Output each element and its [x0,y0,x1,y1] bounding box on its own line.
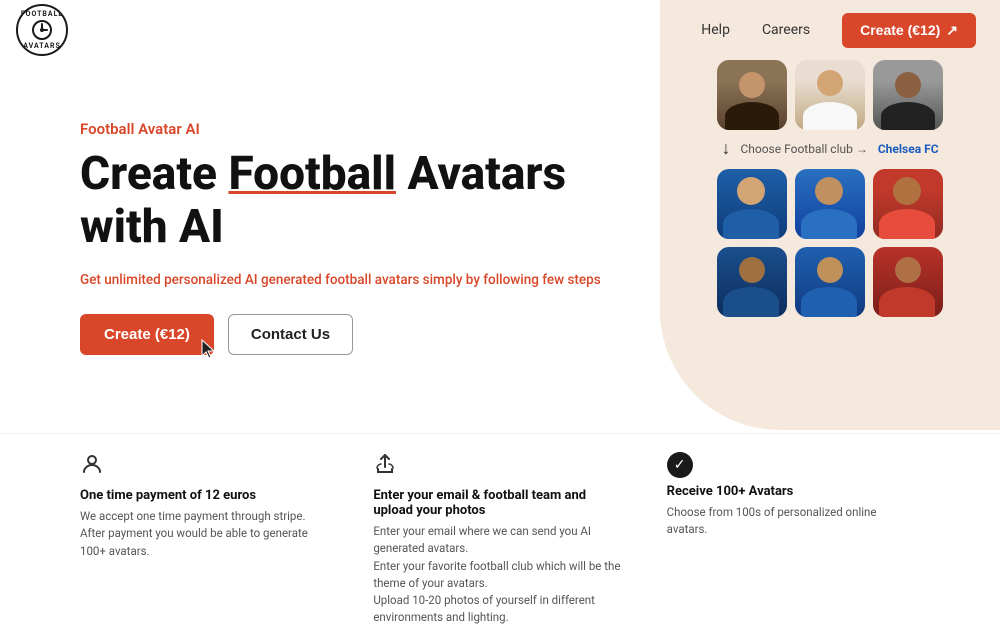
feature-receive: ✓ Receive 100+ Avatars Choose from 100s … [667,452,920,539]
cursor-pointer [200,338,218,356]
logo-text-bottom: AVATARS [23,42,61,50]
hero-section: Football Avatar AI Create Football Avata… [0,60,660,355]
careers-link[interactable]: Careers [762,22,810,38]
feature-receive-title: Receive 100+ Avatars [667,484,920,499]
input-photo-1 [717,60,787,130]
fb-avatars-row1 [680,169,980,239]
arrow-down-icon: ↓ [721,138,730,159]
input-photo-2 [795,60,865,130]
fb-avatar-4 [717,247,787,317]
feature-receive-desc: Choose from 100s of personalized online … [667,504,920,539]
check-icon: ✓ [667,452,920,478]
hero-buttons: Create (€12) Contact Us [80,314,660,355]
fb-avatar-5 [795,247,865,317]
input-photos-row [680,60,980,130]
create-btn-nav[interactable]: Create (€12) ↗ [842,13,976,48]
fb-avatar-2 [795,169,865,239]
input-photo-3 [873,60,943,130]
create-btn-hero[interactable]: Create (€12) [80,314,214,355]
contact-btn[interactable]: Contact Us [228,314,353,355]
club-label-row: ↓ Choose Football club → Chelsea FC [680,138,980,159]
external-link-icon: ↗ [946,22,958,39]
user-icon [80,452,333,482]
logo-circle: FOOTBALL AVATARS [16,4,68,56]
nav-links: Help Careers Create (€12) ↗ [701,13,976,48]
fb-avatar-1 [717,169,787,239]
logo: FOOTBALL AVATARS [16,4,68,56]
hero-subtitle: Football Avatar AI [80,120,660,138]
logo-text-top: FOOTBALL [21,10,63,18]
feature-payment-title: One time payment of 12 euros [80,488,333,503]
logo-icon-svg [31,19,53,41]
feature-payment: One time payment of 12 euros We accept o… [80,452,333,560]
hero-title: Create Football Avatars with AI [80,148,660,254]
feature-upload-desc: Enter your email where we can send you A… [373,523,626,627]
club-name[interactable]: Chelsea FC [878,142,939,156]
help-link[interactable]: Help [701,22,730,38]
checkmark-circle: ✓ [667,452,693,478]
avatar-section: ↓ Choose Football club → Chelsea FC [680,60,980,325]
fb-avatars-row2 [680,247,980,317]
fb-avatar-3 [873,169,943,239]
upload-icon [373,452,626,482]
hero-description: Get unlimited personalized AI generated … [80,272,660,288]
hero-title-football: Football [228,147,396,201]
club-label-text: Choose Football club → [740,142,867,156]
feature-payment-desc: We accept one time payment through strip… [80,508,333,560]
feature-upload-title: Enter your email & football team and upl… [373,488,626,518]
navbar: FOOTBALL AVATARS Help Careers Create (€1… [0,0,1000,60]
features-row: One time payment of 12 euros We accept o… [0,433,1000,563]
fb-avatar-6 [873,247,943,317]
feature-upload: Enter your email & football team and upl… [373,452,626,627]
